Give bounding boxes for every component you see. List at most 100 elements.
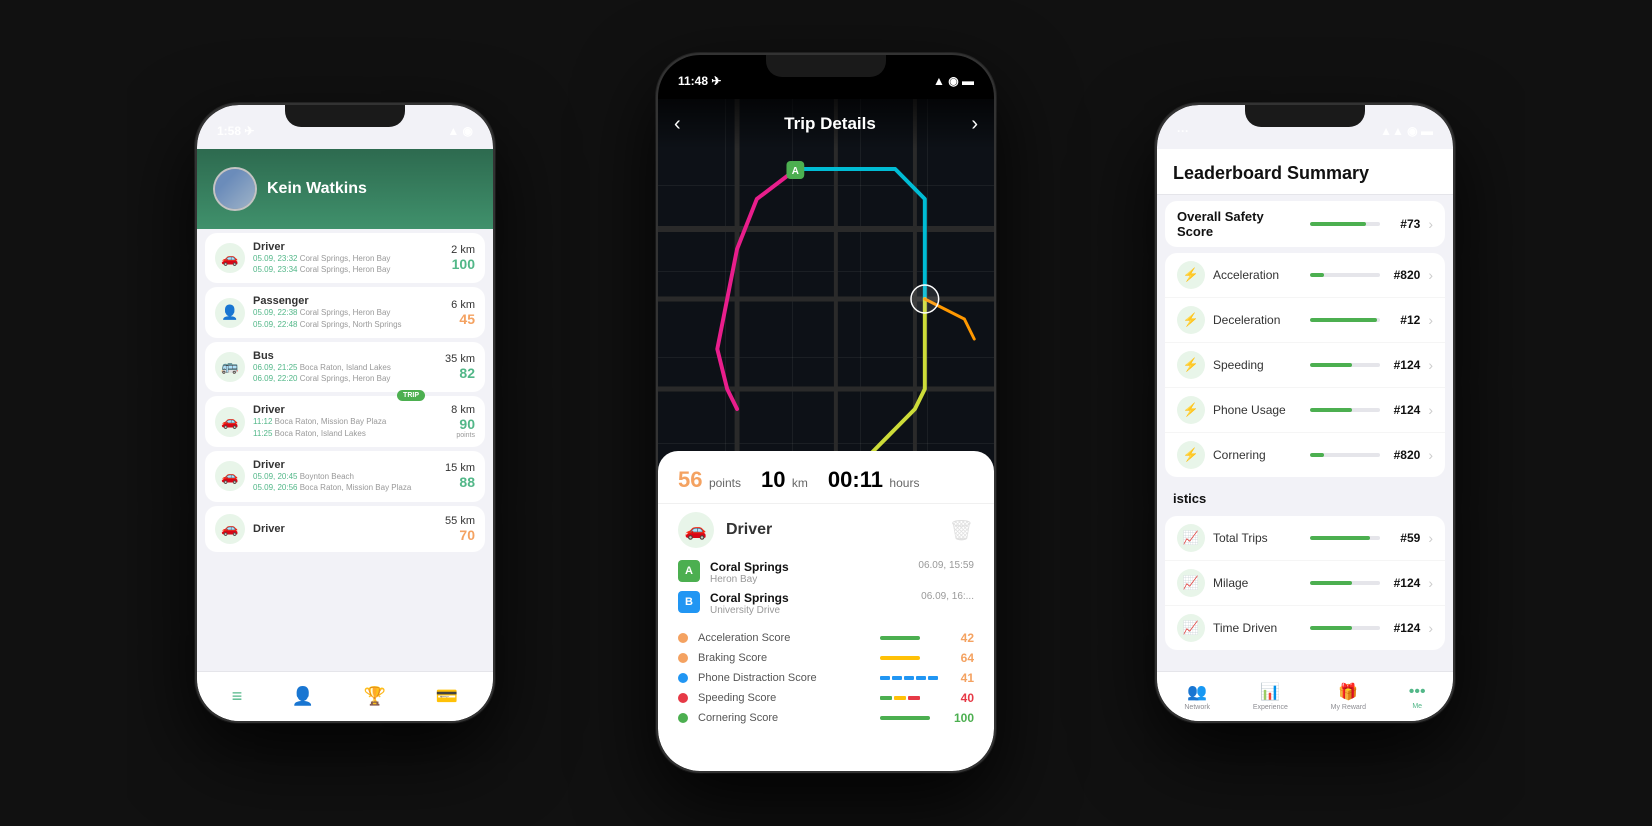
left-phone-screen: 1:58 ✈ ▲ ◉ Kein Watkins 🚗 Driver 05.09, … [197,105,493,721]
lb-stat-bar-fill [1310,626,1352,630]
trip-stats: 8 km 90 points [451,404,475,439]
lb-stat-row[interactable]: 📈 Time Driven #124 › [1165,606,1445,650]
lb-bar [1310,273,1380,277]
lb-stat-row[interactable]: 📈 Milage #124 › [1165,561,1445,606]
nav-leaderboard[interactable]: 🏆 [364,686,386,707]
overall-safety-row[interactable]: Overall Safety Score #73 › [1165,201,1445,247]
score-bar [880,696,940,700]
score-bar [880,676,940,680]
score-dot [678,673,688,683]
nav-me[interactable]: ••• Me [1409,683,1426,710]
trip-list: 🚗 Driver 05.09, 23:32 Coral Springs, Her… [197,233,493,552]
lb-category-name: Speeding [1213,358,1302,372]
score-bar [880,636,940,640]
score-name: Braking Score [698,652,870,664]
lb-bar [1310,408,1380,412]
score-row: Cornering Score 100 [678,708,974,728]
nav-experience[interactable]: 📊 Experience [1253,682,1288,711]
trip-icon: 👤 [215,298,245,328]
lb-stat-rank: #124 [1388,621,1420,635]
bottom-nav-left[interactable]: ≡ 👤 🏆 💳 [197,671,493,721]
notch-right [1245,105,1365,127]
waypoint-label: B [678,591,700,613]
lb-category-name: Acceleration [1213,268,1302,282]
bottom-nav-right[interactable]: 👥 Network 📊 Experience 🎁 My Reward ••• M… [1157,671,1453,721]
lb-category-name: Cornering [1213,448,1302,462]
lb-stat-bar-fill [1310,536,1370,540]
trip-distance: 15 km [445,462,475,474]
nav-trips[interactable]: ≡ [232,686,243,707]
right-phone: ··· ▲▲ ◉ ▬ Leaderboard Summary Overall S… [1155,103,1455,723]
trip-info: Driver 05.09, 20:45 Boynton Beach 05.09,… [253,459,437,493]
trip-item[interactable]: 👤 Passenger 05.09, 22:38 Coral Springs, … [205,287,485,337]
trip-points-block: 56 points [678,467,741,493]
trip-details: 05.09, 22:38 Coral Springs, Heron Bay 05… [253,307,443,329]
lb-rank: #820 [1388,448,1420,462]
nav-my-reward[interactable]: 🎁 My Reward [1331,682,1366,711]
lb-category-row[interactable]: ⚡ Cornering #820 › [1165,433,1445,477]
trip-details-panel: 56 points 10 km 00:11 hours 🚗 Driver 🗑 [658,451,994,771]
trip-details: 06.09, 21:25 Boca Raton, Island Lakes 06… [253,362,437,384]
lb-icon: ⚡ [1177,396,1205,424]
lb-icon: ⚡ [1177,441,1205,469]
trip-mode-row: 🚗 Driver 🗑 [658,504,994,556]
nav-network[interactable]: 👥 Network [1184,682,1210,711]
lb-stat-chevron-icon: › [1428,575,1433,591]
trip-info: Passenger 05.09, 22:38 Coral Springs, He… [253,295,443,329]
trip-type: Driver [253,523,437,535]
trip-item[interactable]: 🚗 Driver 55 km 70 [205,506,485,552]
notch-center [766,55,886,77]
lb-category-row[interactable]: ⚡ Speeding #124 › [1165,343,1445,388]
trip-score: 45 [451,311,475,327]
lb-category-row[interactable]: ⚡ Acceleration #820 › [1165,253,1445,298]
trip-item[interactable]: 🚌 Bus 06.09, 21:25 Boca Raton, Island La… [205,342,485,392]
trip-score: 88 [445,474,475,490]
trip-item[interactable]: 🚗 Driver 05.09, 23:32 Coral Springs, Her… [205,233,485,283]
score-name: Speeding Score [698,692,870,704]
lb-category-row[interactable]: ⚡ Deceleration #12 › [1165,298,1445,343]
nav-rewards[interactable]: 💳 [436,686,458,707]
score-bar [880,716,940,720]
trip-points-label: points [709,476,741,490]
waypoint-sub: Heron Bay [710,574,789,585]
trip-item[interactable]: 🚗 Driver 11:12 Boca Raton, Mission Bay P… [205,396,485,447]
trip-points-value: 56 [678,467,702,492]
waypoint-sub: University Drive [710,605,789,616]
score-row: Phone Distraction Score 41 [678,668,974,688]
trip-distance: 8 km [451,404,475,416]
trip-details: 05.09, 20:45 Boynton Beach 05.09, 20:56 … [253,471,437,493]
trip-distance: 2 km [451,244,475,256]
trip-details: 11:12 Boca Raton, Mission Bay Plaza 11:2… [253,416,443,438]
status-time-center: 11:48 ✈ [678,74,721,88]
trip-info: Bus 06.09, 21:25 Boca Raton, Island Lake… [253,350,437,384]
leaderboard-title: Leaderboard Summary [1173,163,1369,183]
leaderboard-categories: ⚡ Acceleration #820 › ⚡ Deceleration #12… [1165,253,1445,477]
score-dot [678,653,688,663]
status-time-right: ··· [1177,124,1189,138]
lb-stat-bar-fill [1310,581,1352,585]
waypoint-name: Coral Springs [710,560,789,574]
waypoint-row: A Coral Springs Heron Bay 06.09, 15:59 [678,560,974,585]
avatar-image [215,169,255,209]
lb-stat-row[interactable]: 📈 Total Trips #59 › [1165,516,1445,561]
overall-label: Overall Safety Score [1177,209,1302,239]
trip-km-value: 10 [761,467,785,492]
back-button[interactable]: ‹ [674,113,681,136]
waypoint-time: 06.09, 15:59 [918,560,974,571]
overall-bar [1310,222,1380,226]
trip-item[interactable]: 🚗 Driver 05.09, 20:45 Boynton Beach 05.0… [205,451,485,501]
left-phone: 1:58 ✈ ▲ ◉ Kein Watkins 🚗 Driver 05.09, … [195,103,495,723]
leaderboard-stats: 📈 Total Trips #59 › 📈 Milage #124 › 📈 Ti… [1165,516,1445,650]
lb-rank: #820 [1388,268,1420,282]
lb-category-row[interactable]: ⚡ Phone Usage #124 › [1165,388,1445,433]
trip-icon: 🚗 [215,461,245,491]
trip-info: Driver 11:12 Boca Raton, Mission Bay Pla… [253,404,443,438]
lb-category-name: Deceleration [1213,313,1302,327]
trash-icon[interactable]: 🗑 [949,518,974,543]
trip-score: 90 [451,416,475,432]
nav-profile[interactable]: 👤 [292,686,314,707]
overall-chevron: › [1428,216,1433,232]
score-value: 64 [950,651,974,665]
lb-chevron-icon: › [1428,267,1433,283]
next-arrow[interactable]: › [971,113,978,136]
